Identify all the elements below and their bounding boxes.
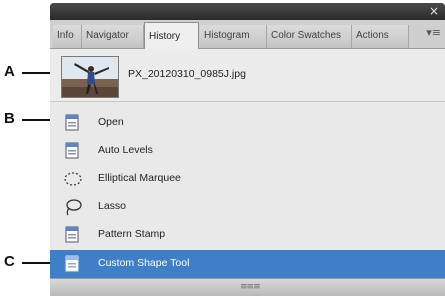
history-item-label: Open — [98, 116, 124, 128]
history-snapshot[interactable]: PX_20120310_0985J.jpg — [50, 49, 445, 102]
history-item-custom-shape-tool[interactable]: Custom Shape Tool — [50, 250, 445, 278]
history-item-label: Custom Shape Tool — [98, 257, 190, 269]
close-icon[interactable]: × — [429, 4, 439, 18]
panel-tab-bar: Info Navigator History Histogram Color S… — [50, 20, 445, 49]
history-item-label: Lasso — [98, 200, 127, 212]
history-item-label: Auto Levels — [98, 144, 153, 156]
history-item-elliptical-marquee[interactable]: Elliptical Marquee — [50, 165, 445, 193]
history-item-pattern-stamp[interactable]: Pattern Stamp — [50, 221, 445, 249]
photo-thumbnail — [61, 56, 119, 98]
history-item-label: Elliptical Marquee — [98, 172, 181, 184]
panel-bottom-bar: ≡≡≡ — [50, 278, 445, 296]
callout-letter-b: B — [4, 110, 15, 127]
tab-histogram[interactable]: Histogram — [200, 25, 267, 48]
tab-history[interactable]: History — [144, 22, 199, 49]
history-item-lasso[interactable]: Lasso — [50, 193, 445, 221]
tab-info[interactable]: Info — [53, 25, 82, 48]
panel-titlebar: × — [50, 3, 445, 20]
callout-letter-c: C — [4, 253, 15, 270]
photo-thumbnail-image — [62, 57, 118, 97]
lasso-icon — [66, 199, 82, 216]
history-item-auto-levels[interactable]: Auto Levels — [50, 137, 445, 165]
document-icon — [65, 114, 79, 131]
document-icon — [65, 255, 79, 272]
history-panel: × Info Navigator History Histogram Color… — [50, 3, 445, 296]
tab-navigator[interactable]: Navigator — [82, 25, 144, 48]
tab-color-swatches[interactable]: Color Swatches — [267, 25, 352, 48]
history-list: PX_20120310_0985J.jpg Open Auto Levels E… — [50, 49, 445, 278]
document-icon — [65, 226, 79, 243]
snapshot-name: PX_20120310_0985J.jpg — [128, 68, 246, 80]
elliptical-marquee-icon — [64, 172, 82, 186]
document-icon — [65, 142, 79, 159]
history-item-open[interactable]: Open — [50, 109, 445, 137]
panel-menu-icon[interactable]: ▾≡ — [426, 26, 441, 39]
tab-actions[interactable]: Actions — [352, 25, 409, 48]
history-item-label: Pattern Stamp — [98, 228, 166, 240]
callout-letter-a: A — [4, 63, 15, 80]
resize-grip-icon[interactable]: ≡≡≡ — [240, 282, 261, 292]
